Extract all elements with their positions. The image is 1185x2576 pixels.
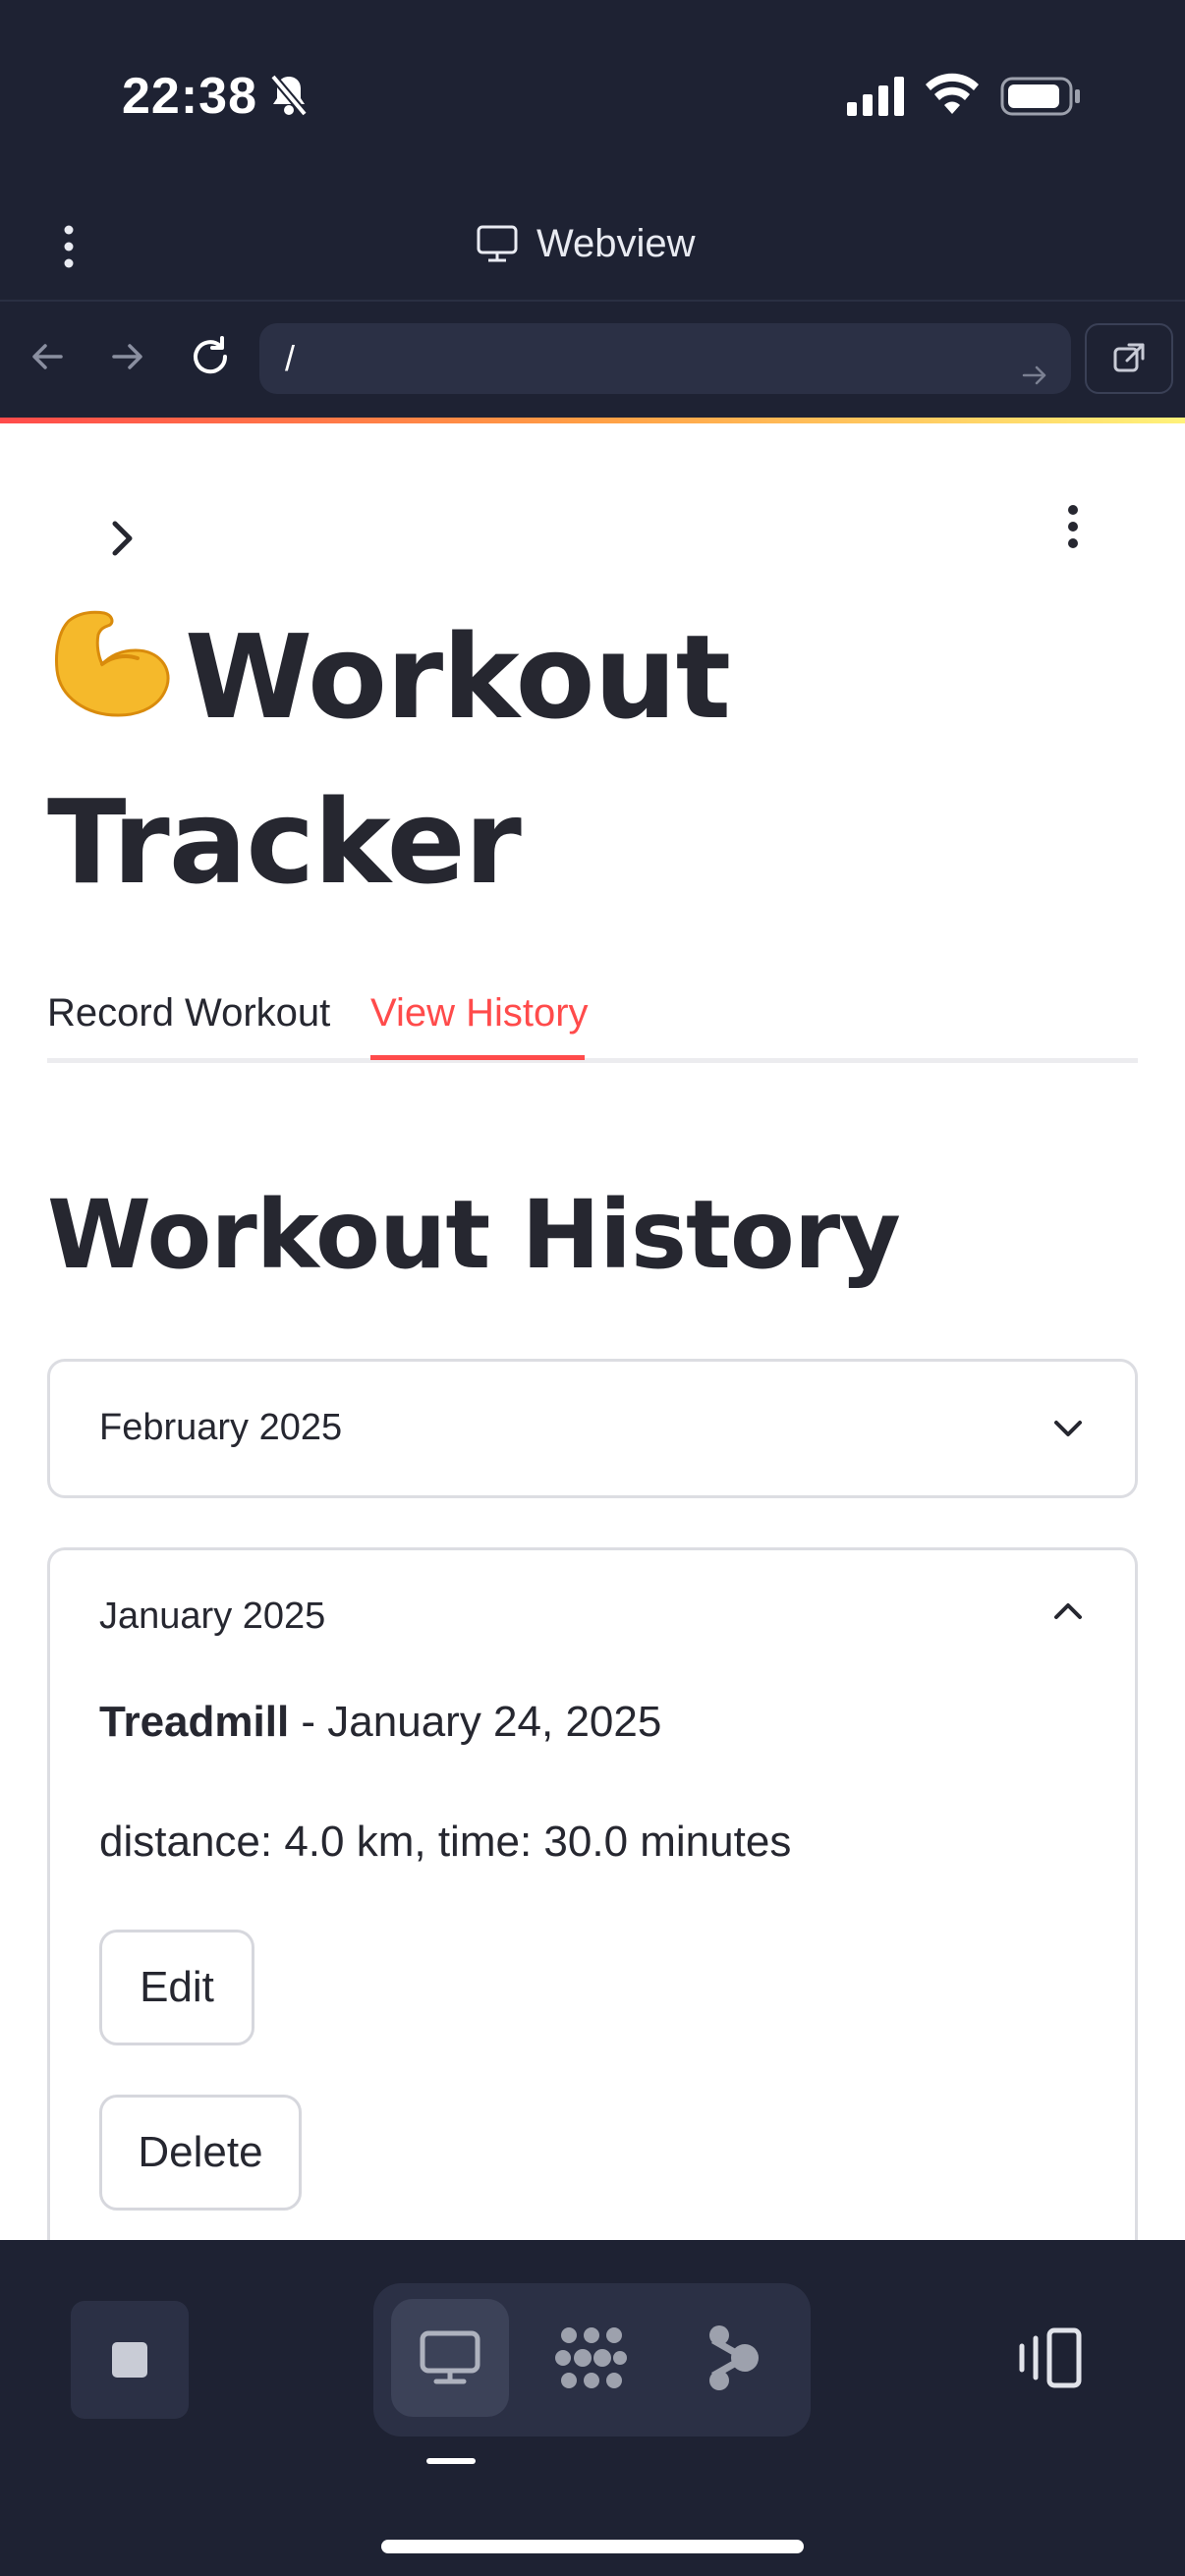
delete-button[interactable]: Delete bbox=[99, 2095, 302, 2211]
expander-label: February 2025 bbox=[99, 1407, 343, 1448]
tab-record-workout[interactable]: Record Workout bbox=[47, 991, 330, 1055]
kebab-icon[interactable] bbox=[1061, 502, 1085, 551]
stop-icon bbox=[112, 2342, 147, 2378]
open-external-button[interactable] bbox=[1085, 323, 1173, 394]
flexed-biceps-icon bbox=[47, 603, 173, 765]
tab-bar: Record Workout View History bbox=[47, 983, 1138, 1063]
status-time: 22:38 bbox=[122, 68, 257, 125]
chevron-right-icon[interactable] bbox=[98, 514, 147, 563]
expander-label: January 2025 bbox=[99, 1596, 326, 1637]
mirror-device-icon bbox=[1019, 2327, 1082, 2388]
tab-view-history[interactable]: View History bbox=[370, 991, 589, 1055]
url-bar-row: / bbox=[0, 302, 1185, 420]
active-view-indicator bbox=[426, 2458, 476, 2464]
home-indicator[interactable] bbox=[381, 2540, 804, 2553]
back-arrow-icon[interactable] bbox=[20, 329, 75, 384]
view-webview-button[interactable] bbox=[391, 2299, 509, 2417]
bell-slash-icon bbox=[269, 73, 309, 123]
page-title: Workout Tracker bbox=[47, 600, 931, 919]
workout-details: distance: 4.0 km, time: 30.0 minutes bbox=[99, 1818, 792, 1866]
go-arrow-icon[interactable] bbox=[1020, 343, 1049, 414]
chevron-up-icon bbox=[1048, 1592, 1088, 1631]
url-value: / bbox=[285, 338, 296, 378]
app-content: Workout Tracker Record Workout View Hist… bbox=[0, 423, 1185, 2241]
active-tab-indicator bbox=[370, 1055, 585, 1060]
webview-title: Webview bbox=[476, 216, 696, 271]
webview-title-label: Webview bbox=[536, 221, 696, 265]
graph-node-icon bbox=[709, 2325, 759, 2390]
edit-button[interactable]: Edit bbox=[99, 1930, 254, 2045]
signal-icon bbox=[847, 77, 906, 121]
webview-header: Webview bbox=[0, 187, 1185, 302]
expander-january-2025[interactable]: January 2025 Treadmill - January 24, 202… bbox=[47, 1547, 1138, 2241]
chevron-down-icon bbox=[1048, 1409, 1088, 1448]
workout-entry-title: Treadmill - January 24, 2025 bbox=[99, 1698, 661, 1747]
bottom-toolbar bbox=[0, 2240, 1185, 2576]
monitor-icon bbox=[420, 2330, 480, 2384]
external-link-icon bbox=[1113, 343, 1145, 372]
wifi-icon bbox=[926, 71, 979, 119]
view-switcher bbox=[373, 2283, 811, 2436]
expander-february-2025[interactable]: February 2025 bbox=[47, 1359, 1138, 1498]
section-title: Workout History bbox=[47, 1180, 901, 1290]
stop-button[interactable] bbox=[71, 2301, 189, 2419]
view-grid-button[interactable] bbox=[533, 2299, 650, 2417]
battery-icon bbox=[1000, 77, 1081, 121]
status-bar: 22:38 bbox=[0, 0, 1185, 187]
kebab-icon[interactable] bbox=[57, 224, 81, 269]
url-input[interactable]: / bbox=[259, 323, 1071, 394]
reload-icon[interactable] bbox=[183, 329, 238, 384]
mirror-device-button[interactable] bbox=[1014, 2326, 1087, 2394]
workout-date: - January 24, 2025 bbox=[289, 1698, 662, 1746]
exercise-name: Treadmill bbox=[99, 1698, 290, 1746]
grid-dots-icon bbox=[555, 2327, 627, 2388]
forward-arrow-icon[interactable] bbox=[100, 329, 155, 384]
view-graph-button[interactable] bbox=[674, 2299, 792, 2417]
monitor-icon bbox=[477, 225, 518, 262]
